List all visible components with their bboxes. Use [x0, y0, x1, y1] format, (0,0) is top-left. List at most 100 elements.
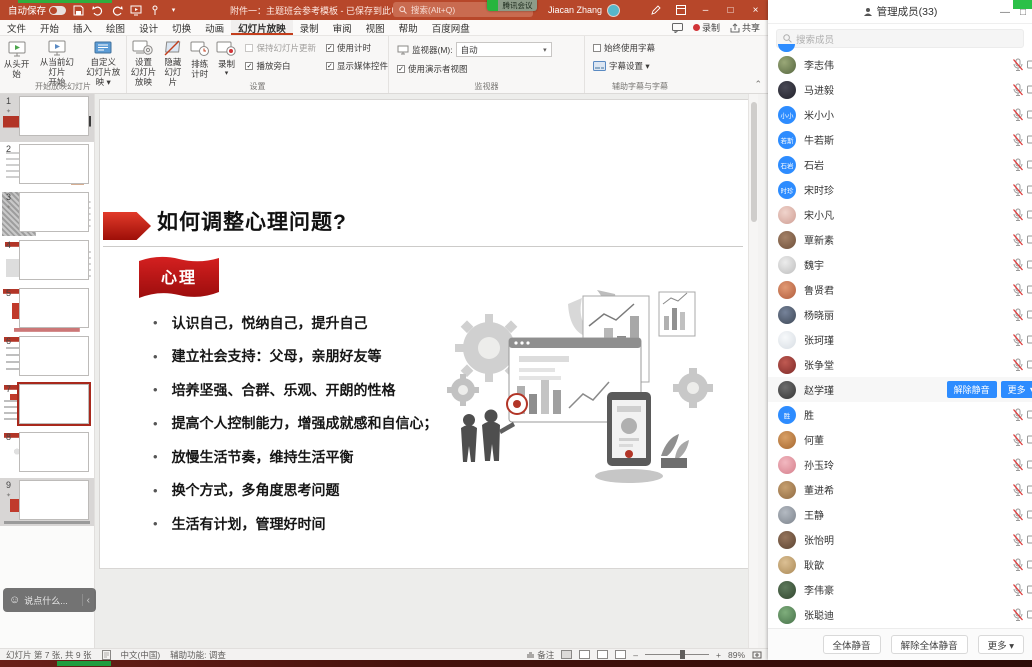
accessibility-status[interactable]: 辅助功能: 调查 — [170, 649, 226, 661]
slideshow-icon[interactable] — [129, 4, 142, 17]
mic-muted-icon[interactable] — [1012, 58, 1024, 72]
member-row[interactable]: 耿歆 解除静音 更多 ▼ — [768, 552, 1032, 577]
mic-muted-icon[interactable] — [1012, 508, 1024, 522]
member-row[interactable]: 小小 米小小 解除静音 更多 ▼ — [768, 102, 1032, 127]
mic-muted-icon[interactable] — [1012, 183, 1024, 197]
member-row[interactable]: 张怡明 解除静音 更多 ▼ — [768, 527, 1032, 552]
member-row[interactable]: 李志伟 解除静音 更多 ▼ — [768, 52, 1032, 77]
camera-off-icon[interactable] — [1027, 533, 1032, 546]
member-row[interactable]: 张珂瑾 解除静音 更多 ▼ — [768, 327, 1032, 352]
ribbon-tab[interactable]: 插入 — [66, 20, 99, 35]
play-narrations-checkbox[interactable]: ✓ 播放旁白 — [245, 60, 316, 72]
reading-view-icon[interactable] — [597, 650, 608, 659]
camera-off-icon[interactable] — [1027, 558, 1032, 571]
member-row[interactable]: 马进毅 解除静音 更多 ▼ — [768, 77, 1032, 102]
member-row[interactable]: 王静 解除静音 更多 ▼ — [768, 502, 1032, 527]
member-row[interactable]: 宋小凡 解除静音 更多 ▼ — [768, 202, 1032, 227]
qat-dropdown-icon[interactable]: ▾ — [167, 4, 180, 17]
ribbon-tab[interactable]: 幻灯片放映 — [231, 20, 293, 35]
ribbon-tab[interactable]: 帮助 — [392, 20, 425, 35]
slide-thumbnail-image[interactable] — [19, 336, 89, 376]
camera-off-icon[interactable] — [1027, 283, 1032, 296]
setup-slideshow-button[interactable]: 设置 幻灯片放映 — [127, 36, 160, 82]
zoom-out-button[interactable]: – — [633, 650, 638, 660]
camera-off-icon[interactable] — [1027, 583, 1032, 596]
record-button[interactable]: 录制 — [693, 21, 720, 34]
mic-muted-icon[interactable] — [1012, 333, 1024, 347]
member-more-button[interactable]: 更多 ▼ — [1001, 381, 1032, 398]
mic-muted-icon[interactable] — [1012, 283, 1024, 297]
member-row[interactable]: 杨晓丽 解除静音 更多 ▼ — [768, 302, 1032, 327]
rehearse-timings-button[interactable]: 排练计时 — [186, 36, 214, 82]
display-settings-icon[interactable] — [102, 650, 111, 660]
member-row[interactable]: 鲁贤君 解除静音 更多 ▼ — [768, 277, 1032, 302]
mic-muted-icon[interactable] — [1012, 608, 1024, 622]
ribbon-tab[interactable]: 切换 — [165, 20, 198, 35]
member-row[interactable]: 若斯 牛若斯 解除静音 更多 ▼ — [768, 127, 1032, 152]
slide-thumbnail-image[interactable] — [19, 384, 89, 424]
member-row[interactable]: 何董 解除静音 更多 ▼ — [768, 427, 1032, 452]
unmute-all-button[interactable]: 解除全体静音 — [891, 635, 968, 654]
ribbon-display-icon[interactable] — [668, 0, 693, 20]
mic-muted-icon[interactable] — [1012, 483, 1024, 497]
notes-button[interactable]: 备注 — [526, 649, 554, 661]
mic-muted-icon[interactable] — [1012, 158, 1024, 172]
meeting-chat-pill[interactable]: ☺ 说点什么... ‹ — [3, 588, 96, 612]
slide-thumbnail[interactable]: 6 ✦ — [0, 334, 94, 382]
mic-muted-icon[interactable] — [1012, 208, 1024, 222]
hide-slide-button[interactable]: 隐藏 幻灯片 — [160, 36, 186, 82]
mic-muted-icon[interactable] — [1012, 108, 1024, 122]
mic-muted-icon[interactable] — [1012, 458, 1024, 472]
custom-slideshow-button[interactable]: 自定义 幻灯片放映 ▾ — [80, 36, 126, 82]
slide-sorter-view-icon[interactable] — [579, 650, 590, 659]
undo-icon[interactable] — [91, 4, 104, 17]
mic-muted-icon[interactable] — [1012, 233, 1024, 247]
slide-thumbnail[interactable]: 5 ✦ — [0, 286, 94, 334]
member-row[interactable]: 魏宇 解除静音 更多 ▼ — [768, 252, 1032, 277]
comments-icon[interactable] — [672, 23, 683, 33]
ribbon-tab[interactable]: 动画 — [198, 20, 231, 35]
unmute-button[interactable]: 解除静音 — [947, 381, 997, 398]
mic-muted-icon[interactable] — [1012, 433, 1024, 447]
touch-mode-icon[interactable] — [148, 4, 161, 17]
mic-muted-icon[interactable] — [1012, 533, 1024, 547]
slide-thumbnail[interactable]: 3 ✦ — [0, 190, 94, 238]
editor-scrollbar[interactable] — [748, 94, 758, 648]
slide-thumbnail[interactable]: 8 ✦ — [0, 430, 94, 478]
ribbon-tab[interactable]: 文件 — [0, 20, 33, 35]
mic-muted-icon[interactable] — [1012, 358, 1024, 372]
slide-thumbnail-image[interactable] — [19, 288, 89, 328]
from-beginning-button[interactable]: 从头开始 — [0, 36, 33, 82]
mic-muted-icon[interactable] — [1012, 558, 1024, 572]
normal-view-icon[interactable] — [561, 650, 572, 659]
slide-thumbnail-image[interactable] — [19, 192, 89, 232]
camera-off-icon[interactable] — [1027, 58, 1032, 71]
use-timings-checkbox[interactable]: ✓ 使用计时 — [326, 42, 388, 54]
member-row[interactable]: 李伟豪 解除静音 更多 ▼ — [768, 577, 1032, 602]
ribbon-tab[interactable]: 百度网盘 — [425, 20, 477, 35]
redo-icon[interactable] — [110, 4, 123, 17]
mic-muted-icon[interactable] — [1012, 83, 1024, 97]
ribbon-tab[interactable]: 设计 — [132, 20, 165, 35]
member-row[interactable]: 石岩 石岩 解除静音 更多 ▼ — [768, 152, 1032, 177]
close-button[interactable]: × — [743, 0, 768, 20]
camera-off-icon[interactable] — [1027, 208, 1032, 221]
member-row[interactable]: 孙玉玲 解除静音 更多 ▼ — [768, 452, 1032, 477]
camera-off-icon[interactable] — [1027, 158, 1032, 171]
member-row[interactable]: 张争堂 解除静音 更多 ▼ — [768, 352, 1032, 377]
member-row[interactable]: 覃新素 解除静音 更多 ▼ — [768, 227, 1032, 252]
tencent-meeting-badge[interactable]: 腾讯会议 — [487, 0, 537, 11]
slide-thumbnail-image[interactable] — [19, 96, 89, 136]
ribbon-tab[interactable]: 绘图 — [99, 20, 132, 35]
camera-off-icon[interactable] — [1027, 308, 1032, 321]
member-row[interactable]: 董进希 解除静音 更多 ▼ — [768, 477, 1032, 502]
member-row[interactable]: 时珍 宋时珍 解除静音 更多 ▼ — [768, 177, 1032, 202]
slide-thumbnail[interactable]: 1 ✦ — [0, 94, 94, 142]
from-current-slide-button[interactable]: 从当前幻灯片 开始 — [33, 36, 80, 82]
scrollbar-thumb[interactable] — [751, 102, 757, 222]
always-use-subtitles-checkbox[interactable]: 始终使用字幕 — [593, 42, 687, 54]
camera-off-icon[interactable] — [1027, 608, 1032, 621]
slide-thumbnail-image[interactable] — [19, 480, 89, 520]
record-slideshow-button[interactable]: 录制 ▾ — [213, 36, 239, 82]
zoom-slider-thumb[interactable] — [680, 650, 685, 659]
